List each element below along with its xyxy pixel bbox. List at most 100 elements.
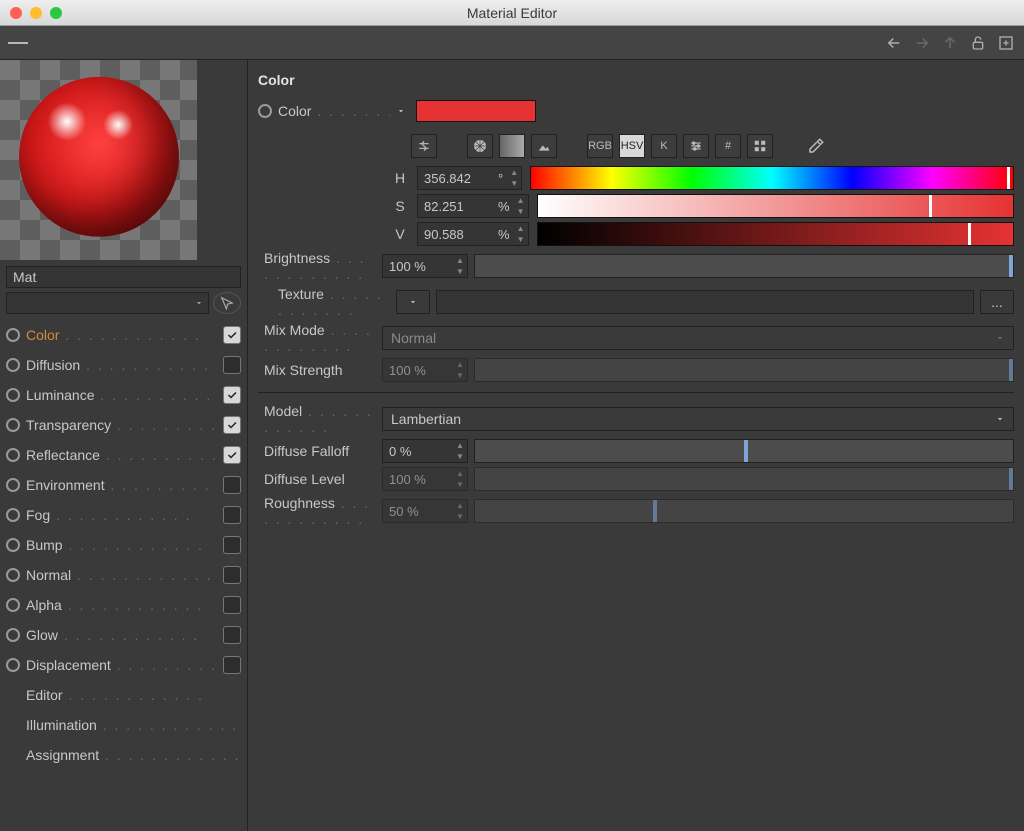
texture-row: Texture ... [258, 286, 1014, 318]
mixmode-row: Mix Mode Normal [258, 322, 1014, 354]
picker-mixer-icon[interactable] [683, 134, 709, 158]
colorspace-rgb-button[interactable]: RGB [587, 134, 613, 158]
saturation-field[interactable]: % ▲▼ [417, 194, 529, 218]
value-field[interactable]: % ▲▼ [417, 222, 529, 246]
channel-reflectance-checkbox[interactable] [223, 446, 241, 464]
channel-environment-anim-toggle[interactable] [6, 478, 20, 492]
channel-glow[interactable]: Glow [6, 620, 241, 650]
material-picker-icon[interactable] [213, 292, 241, 314]
diffuse-level-field: ▲▼ [382, 467, 468, 491]
hue-unit: ° [498, 171, 507, 186]
channel-displacement-checkbox[interactable] [223, 656, 241, 674]
value-unit: % [498, 227, 514, 242]
picker-mode-slider-icon[interactable] [411, 134, 437, 158]
brightness-slider[interactable] [474, 254, 1014, 278]
val-step-down[interactable]: ▼ [514, 234, 528, 245]
brightness-field[interactable]: ▲▼ [382, 254, 468, 278]
picker-mode-image-icon[interactable] [531, 134, 557, 158]
channel-color-anim-toggle[interactable] [6, 328, 20, 342]
material-name-field[interactable]: Mat [6, 266, 241, 288]
diffuse-falloff-input[interactable] [383, 444, 453, 459]
channel-displacement-anim-toggle[interactable] [6, 658, 20, 672]
channel-normal[interactable]: Normal [6, 560, 241, 590]
channel-luminance[interactable]: Luminance [6, 380, 241, 410]
colorspace-kelvin-button[interactable]: K [651, 134, 677, 158]
channel-glow-checkbox[interactable] [223, 626, 241, 644]
channel-color[interactable]: Color [6, 320, 241, 350]
channel-fog-checkbox[interactable] [223, 506, 241, 524]
channel-displacement[interactable]: Displacement [6, 650, 241, 680]
color-anim-toggle[interactable] [258, 104, 272, 118]
saturation-input[interactable] [418, 199, 498, 214]
channel-color-checkbox[interactable] [223, 326, 241, 344]
channel-editor[interactable]: Editor [6, 680, 241, 710]
texture-browse-button[interactable]: ... [980, 290, 1014, 314]
sat-step-down[interactable]: ▼ [514, 206, 528, 217]
channel-illumination[interactable]: Illumination [6, 710, 241, 740]
texture-menu-button[interactable] [396, 290, 430, 314]
colorspace-hsv-button[interactable]: HSV [619, 134, 645, 158]
eyedropper-icon[interactable] [803, 134, 829, 158]
hue-input[interactable] [418, 171, 498, 186]
up-icon[interactable] [940, 33, 960, 53]
saturation-slider[interactable] [537, 194, 1014, 218]
channel-transparency-anim-toggle[interactable] [6, 418, 20, 432]
add-icon[interactable] [996, 33, 1016, 53]
diffuse-falloff-field[interactable]: ▲▼ [382, 439, 468, 463]
color-expand-toggle[interactable] [396, 106, 410, 116]
channel-environment-checkbox[interactable] [223, 476, 241, 494]
value-input[interactable] [418, 227, 498, 242]
val-step-up[interactable]: ▲ [514, 223, 528, 234]
channel-environment[interactable]: Environment [6, 470, 241, 500]
channel-alpha-anim-toggle[interactable] [6, 598, 20, 612]
diffuse-falloff-label: Diffuse Falloff [264, 443, 376, 459]
channel-assignment[interactable]: Assignment [6, 740, 241, 770]
brightness-input[interactable] [383, 259, 453, 274]
menu-icon[interactable] [8, 33, 28, 53]
channel-bump-anim-toggle[interactable] [6, 538, 20, 552]
channel-reflectance[interactable]: Reflectance [6, 440, 241, 470]
color-swatch[interactable] [416, 100, 536, 122]
channel-fog[interactable]: Fog [6, 500, 241, 530]
channel-bump-checkbox[interactable] [223, 536, 241, 554]
channel-alpha-checkbox[interactable] [223, 596, 241, 614]
hue-step-down[interactable]: ▼ [507, 178, 521, 189]
channel-diffusion-checkbox[interactable] [223, 356, 241, 374]
channel-normal-checkbox[interactable] [223, 566, 241, 584]
picker-mode-spectrum-icon[interactable] [499, 134, 525, 158]
channel-diffusion[interactable]: Diffusion [6, 350, 241, 380]
back-icon[interactable] [884, 33, 904, 53]
sat-step-up[interactable]: ▲ [514, 195, 528, 206]
channel-bump[interactable]: Bump [6, 530, 241, 560]
channel-luminance-checkbox[interactable] [223, 386, 241, 404]
channel-alpha[interactable]: Alpha [6, 590, 241, 620]
picker-swatches-icon[interactable] [747, 134, 773, 158]
material-layer-select[interactable] [6, 292, 209, 314]
forward-icon[interactable] [912, 33, 932, 53]
material-name-text: Mat [13, 269, 36, 285]
picker-hex-icon[interactable]: # [715, 134, 741, 158]
channel-normal-anim-toggle[interactable] [6, 568, 20, 582]
channel-luminance-anim-toggle[interactable] [6, 388, 20, 402]
channel-glow-anim-toggle[interactable] [6, 628, 20, 642]
lock-icon[interactable] [968, 33, 988, 53]
material-preview[interactable] [0, 60, 197, 260]
diffuse-falloff-slider[interactable] [474, 439, 1014, 463]
hue-slider[interactable] [530, 166, 1014, 190]
saturation-unit: % [498, 199, 514, 214]
channel-diffusion-anim-toggle[interactable] [6, 358, 20, 372]
channel-sidebar: Mat ColorDiffusionLuminanceTransparencyR… [0, 60, 248, 831]
texture-path-field[interactable] [436, 290, 974, 314]
model-select[interactable]: Lambertian [382, 407, 1014, 431]
channel-transparency-checkbox[interactable] [223, 416, 241, 434]
roughness-field: ▲▼ [382, 499, 468, 523]
hue-field[interactable]: ° ▲▼ [417, 166, 522, 190]
mixstrength-row: Mix Strength ▲▼ [258, 358, 1014, 382]
hue-step-up[interactable]: ▲ [507, 167, 521, 178]
channel-fog-anim-toggle[interactable] [6, 508, 20, 522]
channel-transparency[interactable]: Transparency [6, 410, 241, 440]
channel-reflectance-anim-toggle[interactable] [6, 448, 20, 462]
value-slider[interactable] [537, 222, 1014, 246]
picker-mode-wheel-icon[interactable] [467, 134, 493, 158]
model-row: Model Lambertian [258, 403, 1014, 435]
